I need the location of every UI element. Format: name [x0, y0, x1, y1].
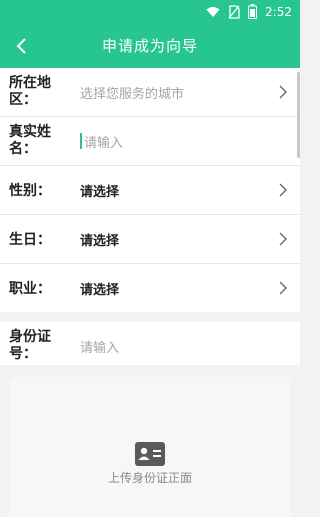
no-sim-icon — [228, 4, 240, 19]
chevron-right-icon[interactable] — [278, 183, 288, 197]
status-time: 2:52 — [265, 4, 292, 19]
page-title: 申请成为向导 — [101, 37, 198, 55]
field-region[interactable]: 所在地区： 选择您服务的城市 — [0, 68, 300, 117]
field-label: 身份证号： — [9, 329, 51, 362]
region-select[interactable]: 选择您服务的城市 — [80, 68, 184, 116]
field-id-number[interactable]: 身份证号： 请输入 — [0, 322, 300, 370]
section-divider — [0, 312, 300, 322]
field-label: 生日： — [9, 232, 51, 248]
upload-id-front-button[interactable]: 上传身份证正面 — [9, 377, 291, 517]
upload-section: 上传身份证正面 — [0, 365, 300, 517]
occupation-select[interactable]: 请选择 — [80, 264, 119, 312]
text-cursor — [80, 133, 82, 149]
id-number-input[interactable]: 请输入 — [80, 322, 119, 370]
gender-select[interactable]: 请选择 — [80, 166, 119, 214]
app-bar: 申请成为向导 — [0, 24, 300, 68]
upload-label: 上传身份证正面 — [107, 471, 192, 485]
field-label: 性别： — [9, 183, 51, 199]
status-icons: 2:52 — [206, 4, 292, 19]
real-name-input[interactable]: 请输入 — [80, 117, 123, 165]
field-real-name[interactable]: 真实姓名： 请输入 — [0, 117, 300, 166]
field-label: 所在地区： — [9, 75, 51, 108]
wifi-icon — [206, 6, 220, 17]
field-label: 真实姓名： — [9, 124, 51, 157]
battery-icon — [248, 4, 258, 19]
chevron-right-icon[interactable] — [278, 85, 288, 99]
application-form: 所在地区： 选择您服务的城市 真实姓名： 请输入 性别： 请选择 生日： 请选择… — [0, 68, 300, 370]
chevron-right-icon[interactable] — [278, 281, 288, 295]
real-name-placeholder: 请输入 — [84, 135, 124, 151]
birthday-select[interactable]: 请选择 — [80, 215, 119, 263]
field-label: 职业： — [9, 281, 51, 297]
field-occupation[interactable]: 职业： 请选择 — [0, 264, 300, 312]
chevron-right-icon[interactable] — [278, 232, 288, 246]
scrollbar[interactable] — [297, 72, 300, 158]
status-bar: 2:52 — [0, 0, 300, 24]
field-gender[interactable]: 性别： 请选择 — [0, 166, 300, 215]
id-card-icon — [135, 442, 165, 466]
field-birthday[interactable]: 生日： 请选择 — [0, 215, 300, 264]
